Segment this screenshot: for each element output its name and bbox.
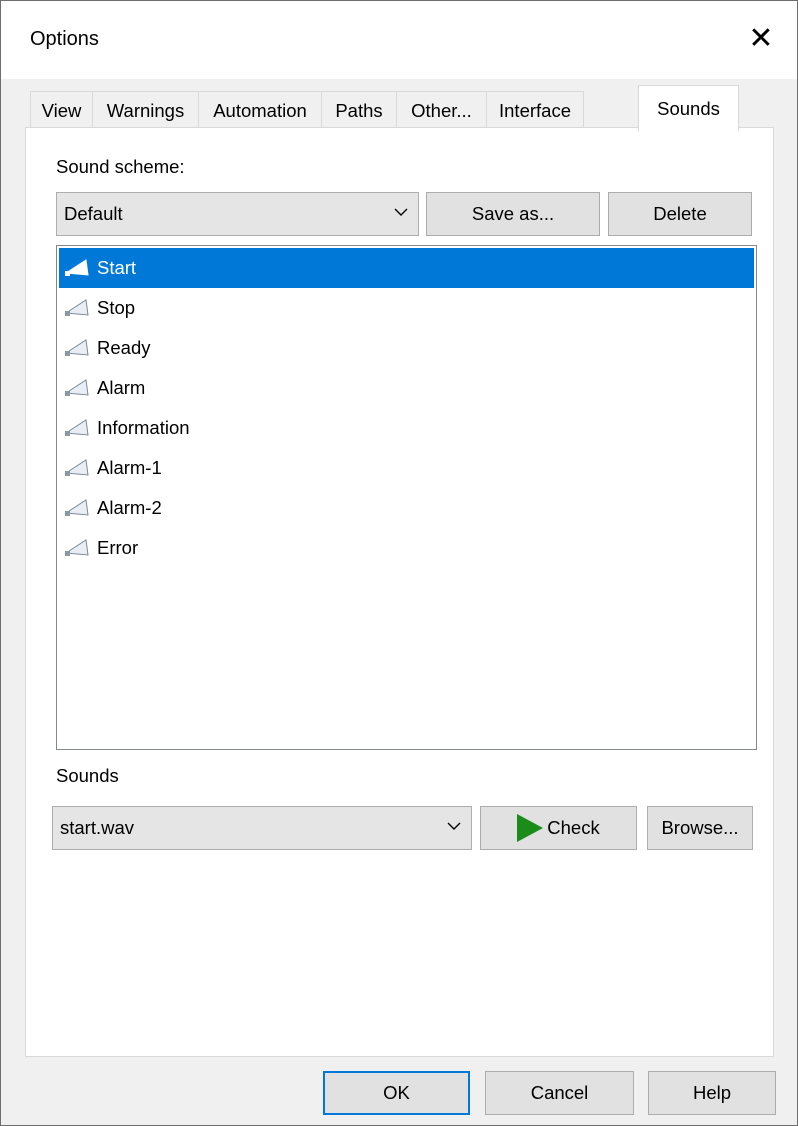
options-dialog: Options ✕ View Warnings Automation Paths… xyxy=(0,0,798,1126)
megaphone-icon xyxy=(64,257,94,279)
list-item-alarm-1[interactable]: Alarm-1 xyxy=(59,448,754,488)
sound-events-list[interactable]: Start Stop Ready Alarm Information Alarm… xyxy=(56,245,757,750)
sound-scheme-label: Sound scheme: xyxy=(56,156,185,177)
tab-paths[interactable]: Paths xyxy=(321,91,397,129)
chevron-down-icon xyxy=(394,208,408,216)
tab-sounds[interactable]: Sounds xyxy=(638,85,739,131)
megaphone-icon xyxy=(64,297,94,319)
browse-button[interactable]: Browse... xyxy=(647,806,753,850)
sound-scheme-dropdown[interactable]: Default xyxy=(56,192,419,236)
title-bar: Options ✕ xyxy=(1,1,797,79)
list-item-information[interactable]: Information xyxy=(59,408,754,448)
tab-interface[interactable]: Interface xyxy=(486,91,584,129)
list-item-label: Start xyxy=(97,257,137,278)
window-title: Options xyxy=(30,28,99,50)
list-item-label: Information xyxy=(97,417,190,438)
megaphone-icon xyxy=(64,497,94,519)
save-as-button[interactable]: Save as... xyxy=(426,192,600,236)
help-button[interactable]: Help xyxy=(648,1071,776,1115)
tab-warnings[interactable]: Warnings xyxy=(92,91,199,129)
list-item-stop[interactable]: Stop xyxy=(59,288,754,328)
sound-file-dropdown[interactable]: start.wav xyxy=(52,806,472,850)
tab-other[interactable]: Other... xyxy=(396,91,487,129)
list-item-label: Ready xyxy=(97,337,151,358)
list-item-label: Alarm xyxy=(97,377,146,398)
play-icon xyxy=(517,814,544,842)
check-button[interactable]: Check xyxy=(480,806,637,850)
sound-scheme-value: Default xyxy=(64,203,123,224)
list-item-label: Stop xyxy=(97,297,136,318)
list-item-label: Error xyxy=(97,537,139,558)
list-item-ready[interactable]: Ready xyxy=(59,328,754,368)
megaphone-icon xyxy=(64,457,94,479)
megaphone-icon xyxy=(64,537,94,559)
megaphone-icon xyxy=(64,417,94,439)
sound-file-value: start.wav xyxy=(60,817,135,838)
list-item-start[interactable]: Start xyxy=(59,248,754,288)
cancel-button[interactable]: Cancel xyxy=(485,1071,634,1115)
close-icon[interactable]: ✕ xyxy=(725,1,797,77)
list-item-alarm[interactable]: Alarm xyxy=(59,368,754,408)
megaphone-icon xyxy=(64,337,94,359)
list-item-error[interactable]: Error xyxy=(59,528,754,568)
chevron-down-icon xyxy=(447,822,461,830)
ok-button[interactable]: OK xyxy=(323,1071,470,1115)
sounds-label: Sounds xyxy=(56,765,119,786)
sounds-tab-page: Sound scheme: Default Save as... Delete … xyxy=(25,127,774,1057)
list-item-label: Alarm-2 xyxy=(97,497,162,518)
list-item-alarm-2[interactable]: Alarm-2 xyxy=(59,488,754,528)
tab-automation[interactable]: Automation xyxy=(198,91,322,129)
tab-view[interactable]: View xyxy=(30,91,93,129)
list-item-label: Alarm-1 xyxy=(97,457,162,478)
megaphone-icon xyxy=(64,377,94,399)
check-button-label: Check xyxy=(547,817,600,838)
delete-button[interactable]: Delete xyxy=(608,192,752,236)
